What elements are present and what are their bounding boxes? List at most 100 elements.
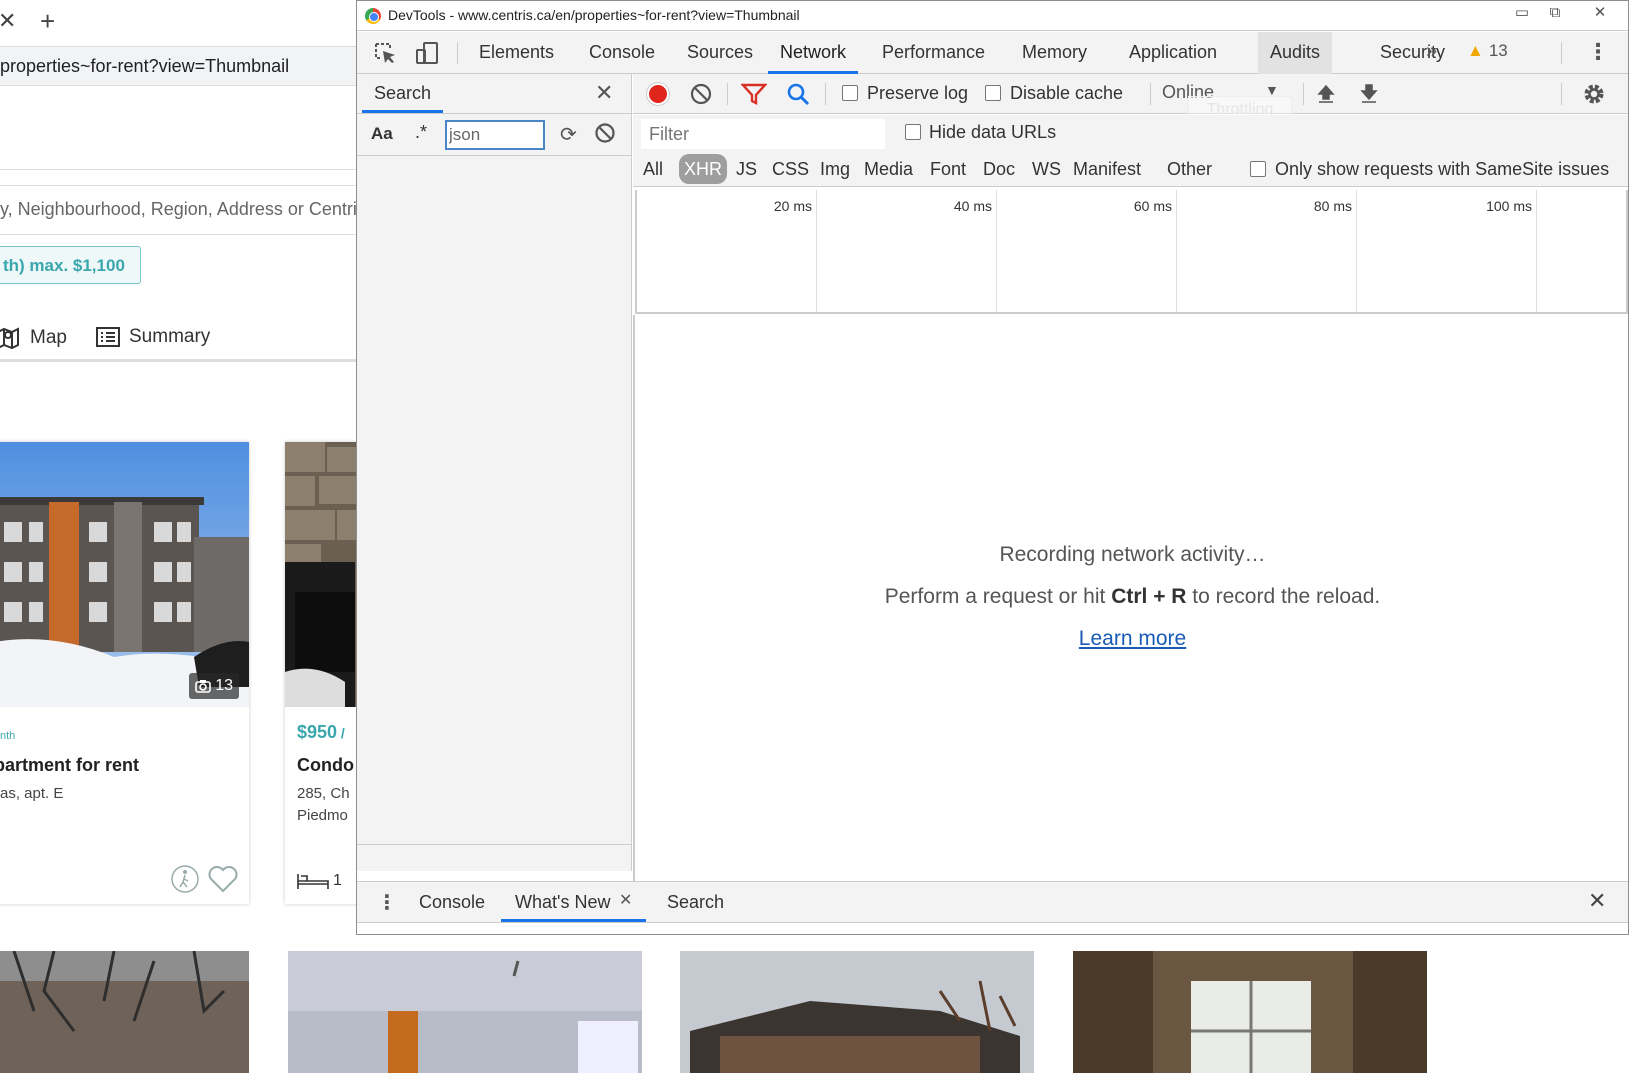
- drawer-tab-console[interactable]: Console: [405, 882, 499, 922]
- location-search-placeholder: y, Neighbourhood, Region, Address or Cen…: [0, 199, 357, 219]
- listing-title[interactable]: Condo: [297, 755, 354, 776]
- price-filter-chip[interactable]: th) max. $1,100: [0, 246, 141, 284]
- inspect-element-icon[interactable]: [373, 41, 399, 65]
- match-case-button[interactable]: Aa: [371, 124, 393, 144]
- tab-console[interactable]: Console: [577, 32, 667, 74]
- type-filter-js[interactable]: JS: [732, 154, 761, 184]
- customize-menu-icon[interactable]: ⋮: [1587, 39, 1609, 65]
- tab-elements[interactable]: Elements: [467, 32, 566, 74]
- view-summary-tab[interactable]: Summary: [95, 326, 210, 348]
- toolbar-separator: [727, 83, 728, 105]
- type-filter-img[interactable]: Img: [816, 154, 854, 184]
- toolbar-separator: [1303, 83, 1304, 105]
- listing-thumbnail[interactable]: [680, 951, 1034, 1073]
- minimize-icon[interactable]: ▭: [1505, 3, 1539, 25]
- drawer-menu-icon[interactable]: ⋮: [377, 890, 397, 915]
- listing-photo[interactable]: [0, 442, 249, 707]
- window-close-icon[interactable]: ✕: [1583, 3, 1617, 25]
- photo-count-badge[interactable]: 13: [189, 673, 239, 699]
- export-har-icon[interactable]: [1359, 82, 1379, 104]
- type-filter-font[interactable]: Font: [926, 154, 970, 184]
- search-icon[interactable]: [786, 82, 810, 106]
- address-bar-url: properties~for-rent?view=Thumbnail: [0, 56, 290, 76]
- tab-close-icon[interactable]: ✕: [0, 8, 16, 34]
- warnings-counter[interactable]: ▲ 13: [1467, 41, 1508, 61]
- location-search-input[interactable]: y, Neighbourhood, Region, Address or Cen…: [0, 185, 370, 235]
- type-filter-other[interactable]: Other: [1163, 154, 1216, 184]
- type-filter-xhr[interactable]: XHR: [679, 154, 728, 184]
- tab-sources[interactable]: Sources: [675, 32, 765, 74]
- listing-features: 1: [297, 872, 342, 890]
- chrome-logo-icon: [365, 8, 381, 24]
- learn-more-link[interactable]: Learn more: [635, 627, 1628, 651]
- timeline-gridline: [1536, 190, 1537, 312]
- toolbar-separator: [1561, 42, 1562, 64]
- list-icon: [96, 327, 120, 347]
- warning-count: 13: [1488, 41, 1508, 60]
- favorite-heart-icon[interactable]: [208, 865, 238, 893]
- view-switcher: Map Summary: [0, 320, 360, 362]
- address-bar[interactable]: properties~for-rent?view=Thumbnail: [0, 46, 360, 86]
- listing-title[interactable]: partment for rent: [0, 755, 139, 776]
- drawer-tab-search[interactable]: Search: [653, 882, 738, 922]
- new-tab-icon[interactable]: +: [40, 6, 55, 37]
- timeline-gridline: [816, 190, 817, 312]
- listing-thumbnail[interactable]: [1073, 951, 1427, 1073]
- clear-log-icon[interactable]: [689, 82, 713, 106]
- disable-cache-checkbox[interactable]: [985, 85, 1001, 101]
- tab-application[interactable]: Application: [1117, 32, 1229, 74]
- refresh-icon[interactable]: ⟳: [560, 122, 577, 147]
- listing-card[interactable]: 13 nth partment for rent as, apt. E: [0, 442, 249, 904]
- regex-button[interactable]: .*: [415, 122, 427, 143]
- search-options: Aa .* ⟳: [357, 114, 631, 156]
- clear-search-icon[interactable]: [594, 122, 616, 144]
- tab-memory[interactable]: Memory: [1010, 32, 1099, 74]
- bed-icon: [297, 874, 329, 889]
- device-toolbar-icon[interactable]: [415, 41, 441, 65]
- bedroom-count: 1: [333, 872, 342, 889]
- samesite-checkbox[interactable]: [1250, 161, 1266, 177]
- preserve-log-checkbox[interactable]: [842, 85, 858, 101]
- type-filter-media[interactable]: Media: [860, 154, 917, 184]
- hide-data-urls-checkbox[interactable]: [905, 124, 921, 140]
- more-tabs-chevron-icon[interactable]: »: [1426, 40, 1437, 63]
- type-filter-manifest[interactable]: Manifest: [1069, 154, 1145, 184]
- listing-thumbnail[interactable]: [288, 951, 642, 1073]
- tab-audits[interactable]: Audits: [1258, 32, 1333, 74]
- type-filter-css[interactable]: CSS: [768, 154, 813, 184]
- drawer-close-icon[interactable]: ✕: [1588, 888, 1606, 914]
- type-filter-doc[interactable]: Doc: [979, 154, 1019, 184]
- search-query-input[interactable]: [445, 120, 545, 150]
- search-panel-title[interactable]: Search: [362, 74, 444, 113]
- listing-address: 285, Ch Piedmo: [297, 785, 350, 824]
- view-map-tab[interactable]: Map: [0, 326, 67, 350]
- filter-input[interactable]: [641, 119, 885, 149]
- filter-icon[interactable]: [741, 82, 767, 106]
- disable-cache-label: Disable cache: [1010, 83, 1124, 103]
- view-map-label: Map: [30, 327, 67, 348]
- browser-tabstrip: ✕ +: [0, 0, 360, 44]
- tab-security[interactable]: Security: [1368, 32, 1457, 74]
- search-panel-close-icon[interactable]: ✕: [595, 80, 613, 106]
- restore-icon[interactable]: ⧉: [1538, 3, 1572, 25]
- close-tab-icon[interactable]: ✕: [619, 890, 632, 910]
- tab-network[interactable]: Network: [768, 32, 859, 74]
- listing-price: $950 /: [297, 722, 345, 742]
- import-har-icon[interactable]: [1316, 82, 1336, 104]
- listing-thumbnail[interactable]: [0, 951, 249, 1073]
- record-button[interactable]: [647, 83, 669, 105]
- listing-address: as, apt. E: [0, 785, 64, 802]
- timeline-tick-label: 80 ms: [1313, 198, 1352, 214]
- network-overview-timeline[interactable]: 20 ms 40 ms 60 ms 80 ms 100 ms: [635, 190, 1628, 314]
- timeline-tick-label: 40 ms: [953, 198, 992, 214]
- type-filter-ws[interactable]: WS: [1028, 154, 1065, 184]
- devtools-window-title: DevTools - www.centris.ca/en/properties~…: [388, 7, 800, 23]
- devtools-titlebar[interactable]: DevTools - www.centris.ca/en/properties~…: [357, 1, 1628, 31]
- tab-performance[interactable]: Performance: [870, 32, 997, 74]
- listing-actions: [170, 864, 238, 894]
- site-header: [0, 86, 360, 170]
- walk-score-icon[interactable]: [170, 864, 200, 894]
- search-panel: Search ✕ Aa .* ⟳: [357, 74, 632, 871]
- gear-icon[interactable]: [1581, 81, 1607, 107]
- type-filter-all[interactable]: All: [639, 154, 667, 184]
